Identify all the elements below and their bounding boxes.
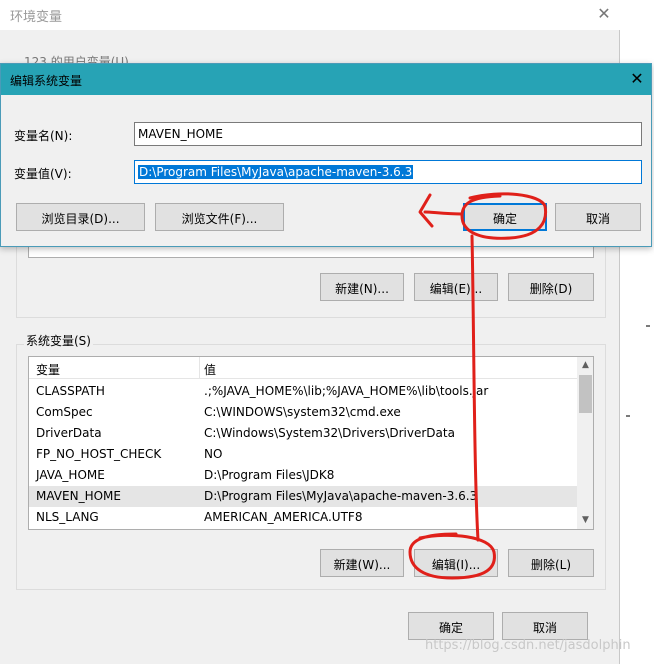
user-edit-label: 编辑(E)... [429,282,483,296]
variable-value: D:\Program Files\MyJava\apache-maven-3.6… [204,489,478,503]
variable-name: CLASSPATH [36,384,105,398]
system-edit-label: 编辑(I)... [431,558,481,572]
system-variables-table[interactable]: 变量 值 CLASSPATH .;%JAVA_HOME%\lib;%JAVA_H… [28,356,594,530]
column-header-variable[interactable]: 变量 [36,361,60,378]
env-ok-label: 确定 [438,621,463,635]
variable-value: C:\Windows\System32\Drivers\DriverData [204,426,455,440]
close-icon[interactable]: ✕ [625,68,649,90]
variable-name: DriverData [36,426,102,440]
browse-file-label: 浏览文件(F)... [181,212,258,226]
table-row[interactable]: FP_NO_HOST_CHECK NO [29,444,577,465]
browse-directory-button[interactable]: 浏览目录(D)... [16,203,145,231]
variable-value: .;%JAVA_HOME%\lib;%JAVA_HOME%\lib\tools.… [204,384,489,398]
system-edit-button[interactable]: 编辑(I)... [414,549,498,577]
variable-name: MAVEN_HOME [36,489,121,503]
system-variables-group-label: 系统变量(S) [24,332,93,349]
variable-value-label: 变量值(V): [14,167,72,181]
user-new-button[interactable]: 新建(N)... [320,273,404,301]
variable-value-input[interactable]: D:\Program Files\MyJava\apache-maven-3.6… [134,160,642,184]
edit-ok-label: 确定 [492,212,517,226]
table-row[interactable]: ComSpec C:\WINDOWS\system32\cmd.exe [29,402,577,423]
scroll-down-icon[interactable]: ▼ [577,512,593,529]
edit-dialog-title: 编辑系统变量 [10,74,83,88]
scroll-up-icon[interactable]: ▲ [577,357,593,374]
variable-name: JAVA_HOME [36,468,105,482]
variable-value: NO [204,447,223,461]
variable-name: FP_NO_HOST_CHECK [36,447,162,461]
edit-ok-button[interactable]: 确定 [463,203,547,231]
table-row[interactable]: CLASSPATH .;%JAVA_HOME%\lib;%JAVA_HOME%\… [29,381,577,402]
column-header-value[interactable]: 值 [204,361,216,378]
user-delete-label: 删除(D) [529,282,573,296]
table-row[interactable]: JAVA_HOME D:\Program Files\JDK8 [29,465,577,486]
table-header: 变量 值 [29,357,577,379]
env-window-title: 环境变量 [10,10,63,25]
variable-value: AMERICAN_AMERICA.UTF8 [204,510,363,524]
vertical-scrollbar[interactable]: ▲ ▼ [577,357,593,529]
table-row[interactable]: DriverData C:\Windows\System32\Drivers\D… [29,423,577,444]
close-icon[interactable]: ✕ [592,3,616,25]
env-cancel-button[interactable]: 取消 [502,612,588,640]
edit-cancel-label: 取消 [585,212,610,226]
table-row[interactable]: NLS_LANG AMERICAN_AMERICA.UTF8 [29,507,577,528]
variable-name-value: MAVEN_HOME [138,127,223,141]
background-speck [626,415,630,417]
table-row-selected[interactable]: MAVEN_HOME D:\Program Files\MyJava\apach… [29,486,577,507]
background-speck [646,325,650,327]
system-new-button[interactable]: 新建(W)... [320,549,404,577]
env-titlebar: 环境变量 ✕ [0,0,620,30]
edit-system-variable-dialog: 编辑系统变量 ✕ 变量名(N): MAVEN_HOME 变量值(V): D:\P… [0,63,652,247]
variable-name: ComSpec [36,405,93,419]
variable-value: D:\Program Files\JDK8 [204,468,335,482]
variable-value: C:\WINDOWS\system32\cmd.exe [204,405,401,419]
browse-file-button[interactable]: 浏览文件(F)... [155,203,284,231]
watermark-text: https://blog.csdn.net/jasdolphin [425,638,631,653]
column-separator[interactable] [199,357,200,379]
variable-name-input[interactable]: MAVEN_HOME [134,122,642,146]
env-ok-button[interactable]: 确定 [408,612,494,640]
user-delete-button[interactable]: 删除(D) [508,273,594,301]
edit-cancel-button[interactable]: 取消 [555,203,641,231]
variable-name-label: 变量名(N): [14,129,73,143]
browse-directory-label: 浏览目录(D)... [41,212,120,226]
variable-value-text: D:\Program Files\MyJava\apache-maven-3.6… [138,165,414,179]
system-new-label: 新建(W)... [333,558,391,572]
system-delete-button[interactable]: 删除(L) [508,549,594,577]
user-edit-button[interactable]: 编辑(E)... [414,273,498,301]
variable-name: NLS_LANG [36,510,99,524]
user-new-label: 新建(N)... [335,282,389,296]
env-cancel-label: 取消 [532,621,557,635]
edit-titlebar: 编辑系统变量 ✕ [1,64,651,95]
system-delete-label: 删除(L) [530,558,572,572]
scroll-thumb[interactable] [579,375,592,413]
